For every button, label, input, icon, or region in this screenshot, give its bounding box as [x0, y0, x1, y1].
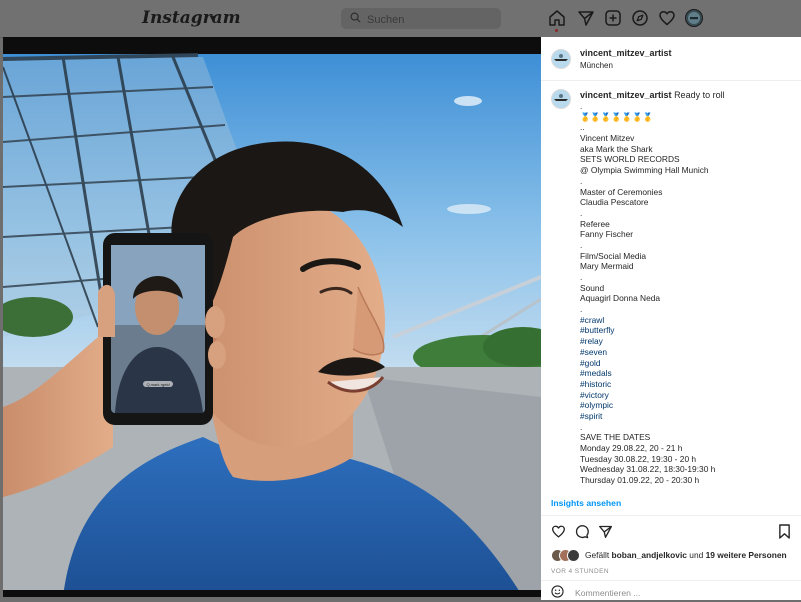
- caption-line: 🥇🥇🥇🥇🥇🥇🥇: [580, 111, 653, 122]
- profile-avatar[interactable]: [685, 9, 703, 27]
- post-photo[interactable]: Q.mark rgeld: [3, 37, 541, 597]
- insights-link[interactable]: Insights ansehen: [551, 498, 621, 508]
- caption-line: .: [580, 175, 583, 186]
- phone-caption: Q.mark rgeld: [146, 382, 169, 387]
- caption-line: Wednesday 31.08.22, 18:30-19:30 h: [580, 464, 716, 475]
- caption-username[interactable]: vincent_mitzev_artist: [580, 90, 672, 100]
- like-icon[interactable]: [551, 524, 566, 539]
- new-post-icon[interactable]: [604, 9, 622, 27]
- activity-icon[interactable]: [658, 9, 676, 27]
- caption-line: Vincent Mitzev: [580, 133, 635, 144]
- caption-line: .: [580, 304, 583, 315]
- caption-text: Ready to roll: [674, 90, 725, 100]
- caption-line: Monday 29.08.22, 20 - 21 h: [580, 443, 683, 453]
- search-icon: [350, 12, 361, 23]
- caption-line: Film/Social Media: [580, 250, 647, 261]
- likes-prefix: Gefällt: [585, 550, 610, 560]
- instagram-logo[interactable]: Instagram: [142, 8, 241, 28]
- likes-others[interactable]: 19 weitere Personen: [706, 550, 787, 560]
- caption-first-line: vincent_mitzev_artist Ready to roll: [580, 90, 725, 100]
- post-header: vincent_mitzev_artist München: [541, 37, 801, 81]
- caption-line: Master of Ceremonies: [580, 186, 663, 197]
- hashtag-link[interactable]: #seven: [580, 347, 795, 358]
- caption-line: Aquagirl Donna Neda: [580, 293, 661, 304]
- author-avatar[interactable]: [551, 49, 571, 69]
- post-side-panel: vincent_mitzev_artist München vincent_mi…: [541, 37, 801, 602]
- caption-line: .: [580, 239, 583, 250]
- hashtag-link[interactable]: #victory: [580, 390, 795, 401]
- caption-line: Referee: [580, 218, 610, 229]
- caption-line: Mary Mermaid: [580, 261, 634, 272]
- author-username[interactable]: vincent_mitzev_artist: [580, 48, 672, 58]
- hashtag-link[interactable]: #olympic: [580, 400, 795, 411]
- hashtag-link[interactable]: #butterfly: [580, 325, 795, 336]
- post-timestamp[interactable]: VOR 4 STUNDEN: [551, 568, 609, 575]
- search-box[interactable]: [341, 8, 501, 29]
- chevron-down-icon[interactable]: ▼: [208, 13, 217, 23]
- hashtag-link[interactable]: #crawl: [580, 315, 795, 326]
- top-nav: Instagram ▼: [0, 0, 801, 38]
- post-actions: Gefällt boban_andjelkovic und 19 weitere…: [541, 515, 801, 602]
- home-icon[interactable]: [548, 9, 566, 32]
- comment-bar: [541, 580, 801, 602]
- search-input[interactable]: [365, 10, 499, 29]
- photo-illustration: Q.mark rgeld: [3, 37, 541, 597]
- caption-line: .: [580, 421, 583, 432]
- caption-line: SETS WORLD RECORDS: [580, 154, 680, 165]
- caption-author-avatar[interactable]: [551, 89, 571, 109]
- caption-line: Fanny Fischer: [580, 229, 634, 240]
- caption-line: Sound: [580, 282, 605, 293]
- caption-line: .: [580, 207, 583, 218]
- caption-line: Thursday 01.09.22, 20 - 20:30 h: [580, 475, 700, 486]
- likes-summary: Gefällt boban_andjelkovic und 19 weitere…: [585, 550, 787, 560]
- caption-area: vincent_mitzev_artist Ready to roll . 🥇🥇🥇…: [541, 81, 801, 491]
- hashtag-link[interactable]: #spirit: [580, 411, 795, 422]
- share-icon[interactable]: [598, 524, 613, 539]
- caption-line: .: [580, 272, 583, 282]
- hashtag-link[interactable]: #relay: [580, 336, 795, 347]
- explore-icon[interactable]: [631, 9, 649, 27]
- caption-line: .: [580, 101, 583, 111]
- emoji-icon[interactable]: [551, 585, 564, 598]
- comment-icon[interactable]: [574, 524, 589, 539]
- caption-lines: . 🥇🥇🥇🥇🥇🥇🥇.. Vincent Mitzev aka Mark the Sha…: [580, 101, 795, 486]
- likes-middle: und: [689, 550, 704, 560]
- post-location[interactable]: München: [580, 61, 613, 70]
- caption-line: @ Olympia Swimming Hall Munich: [580, 165, 709, 176]
- phone-in-hand: Q.mark rgeld: [103, 233, 213, 425]
- notification-dot: [555, 29, 558, 32]
- likes-user[interactable]: boban_andjelkovic: [612, 550, 687, 560]
- caption-line: ..: [580, 122, 585, 133]
- hashtag-link[interactable]: #historic: [580, 379, 795, 390]
- comment-input[interactable]: [573, 584, 777, 602]
- direct-icon[interactable]: [577, 9, 595, 27]
- caption-line: aka Mark the Shark: [580, 143, 653, 154]
- bookmark-icon[interactable]: [778, 524, 791, 539]
- caption-line: SAVE THE DATES: [580, 432, 651, 443]
- liker-avatar[interactable]: [567, 549, 580, 562]
- caption-line: Claudia Pescatore: [580, 197, 649, 208]
- hashtag-link[interactable]: #medals: [580, 368, 795, 379]
- hashtag-link[interactable]: #gold: [580, 358, 795, 369]
- caption-line: Tuesday 30.08.22, 19:30 - 20 h: [580, 453, 697, 464]
